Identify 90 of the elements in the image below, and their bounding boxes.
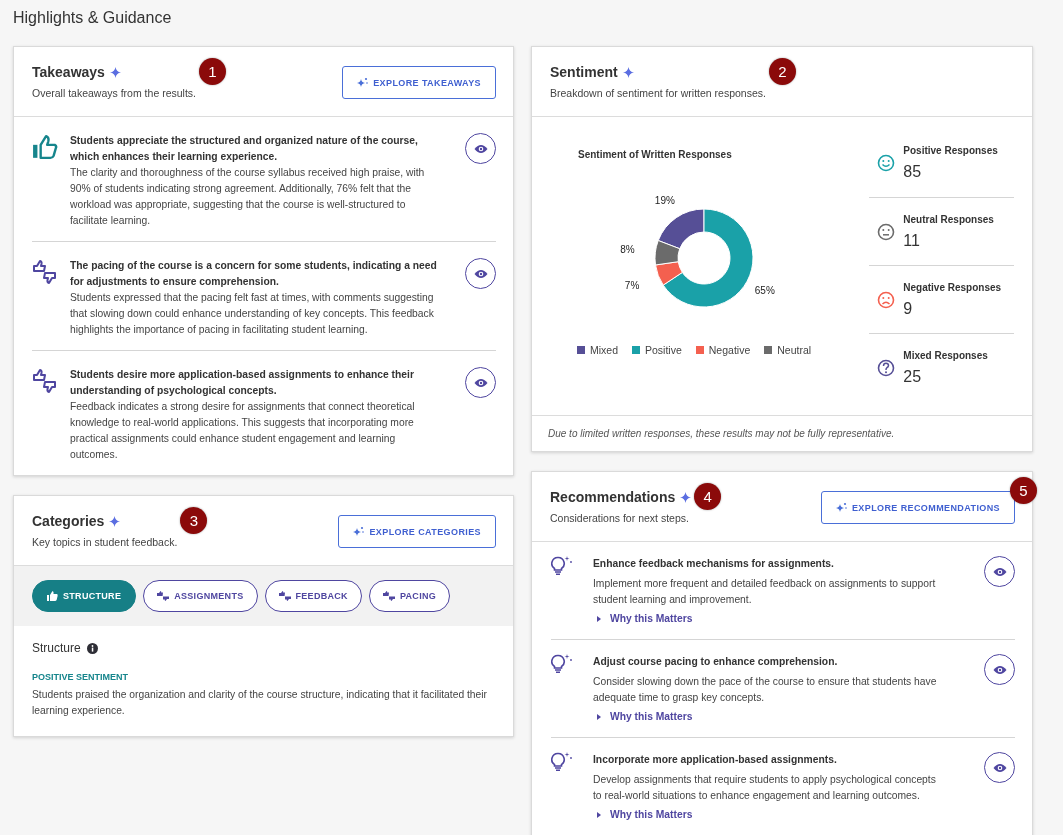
eye-icon	[473, 143, 488, 154]
sparkle-icon	[353, 526, 365, 537]
caret-icon	[597, 812, 601, 818]
view-button[interactable]	[984, 654, 1015, 685]
stat-label: Negative Responses	[903, 281, 1002, 293]
thumbs-up-down-icon	[382, 591, 395, 601]
eye-icon	[992, 664, 1007, 675]
recommendation-description: Implement more frequent and detailed feedback on assignments to support student learning and improvement.	[593, 577, 937, 607]
category-tab[interactable]: PACING	[368, 580, 451, 612]
legend-label: Mixed	[590, 344, 618, 356]
category-tab[interactable]: FEEDBACK	[264, 580, 362, 612]
why-this-matters-link[interactable]: Why this Matters	[597, 611, 693, 627]
category-description: Students praised the organization and clarity of the course structure, indicating that it facilitated their learning experience.	[32, 688, 489, 718]
thumbs-up-down-icon	[278, 591, 291, 601]
why-this-matters-link[interactable]: Why this Matters	[597, 807, 693, 823]
sparkle-icon	[109, 515, 121, 527]
takeaway-description: Feedback indicates a strong desire for assignments that connect theoretical knowledge to real-world applications. This suggests that incorporating more practical assignments could enhance student engagement and learning outcomes.	[70, 400, 416, 462]
data-label: 7%	[624, 279, 640, 291]
takeaway-title: The pacing of the course is a concern for some students, indicating a need for adjustments to ensure comprehension.	[70, 259, 438, 289]
category-heading: Structure	[32, 641, 81, 655]
recommendation-description: Consider slowing down the pace of the course to ensure that students have adequate time to grasp key concepts.	[593, 675, 938, 705]
disclaimer-note: Due to limited written responses, these results may not be fully representative.	[532, 415, 1032, 451]
card-title: Sentiment	[550, 64, 618, 80]
sparkle-icon	[109, 66, 121, 78]
sentiment-label: POSITIVE SENTIMENT	[32, 672, 129, 682]
explore-button[interactable]: EXPLORE RECOMMENDATIONS	[820, 491, 1015, 524]
sparkle-icon	[622, 66, 634, 78]
thumbs-up-icon	[32, 134, 58, 160]
view-button[interactable]	[465, 133, 496, 164]
stat-value: 85	[903, 162, 923, 181]
eye-icon	[473, 377, 488, 388]
card-subtitle: Breakdown of sentiment for written responses.	[550, 87, 766, 99]
explore-button[interactable]: EXPLORE TAKEAWAYS	[342, 66, 496, 99]
recommendation-description: Develop assignments that require students to apply psychological concepts to real-world situations to enhance engagement and learning outcomes.	[593, 773, 937, 803]
why-this-matters-link[interactable]: Why this Matters	[597, 709, 693, 725]
callout-badge: 2	[768, 58, 796, 85]
thumbs-up-icon	[47, 591, 58, 601]
view-button[interactable]	[984, 752, 1015, 783]
takeaway-title: Students desire more application-based assignments to enhance their understanding of psychological concepts.	[70, 368, 415, 398]
legend-label: Neutral	[777, 344, 812, 356]
data-label: 65%	[754, 284, 775, 296]
stat-label: Positive Responses	[903, 144, 998, 156]
takeaway-description: Students expressed that the pacing felt fast at times, with comments suggesting that slowing down could enhance understanding of key concepts. This feedback highlights the importance of pacing in facilitating student learning.	[70, 291, 435, 337]
eye-icon	[473, 268, 488, 279]
lightbulb-icon	[551, 654, 573, 674]
card-subtitle: Key topics in student feedback.	[32, 536, 178, 548]
legend-label: Negative	[708, 344, 751, 356]
chart-title: Sentiment of Written Responses	[578, 149, 733, 160]
stat-value: 11	[903, 231, 921, 250]
thumbs-up-down-icon	[157, 591, 170, 601]
lightbulb-icon	[551, 556, 573, 576]
callout-badge: 4	[694, 483, 722, 510]
eye-icon	[992, 762, 1007, 773]
explore-button[interactable]: EXPLORE CATEGORIES	[338, 515, 496, 548]
sparkle-icon	[680, 491, 692, 503]
info-icon	[86, 642, 98, 654]
takeaway-description: The clarity and thoroughness of the course syllabus received high praise, with 90% of students indicating strong agreement. Additionally, 76% felt that the workload was appropriate, suggesting that the course is well-structured to facilitate learning.	[70, 166, 426, 228]
data-label: 19%	[654, 195, 675, 207]
sparkle-icon	[357, 77, 369, 88]
caret-icon	[597, 616, 601, 622]
sparkle-icon	[835, 502, 847, 513]
thumbs-up-down-icon	[32, 368, 58, 394]
takeaway-title: Students appreciate the structured and organized nature of the course, which enhances their learning experience.	[70, 134, 419, 164]
callout-badge: 1	[199, 58, 226, 85]
recommendation-title: Adjust course pacing to enhance comprehension.	[593, 655, 839, 669]
thumbs-up-down-icon	[32, 259, 58, 285]
caret-icon	[597, 714, 601, 720]
callout-badge: 5	[1010, 477, 1037, 504]
callout-badge: 3	[180, 507, 208, 534]
category-tab[interactable]: STRUCTURE	[32, 580, 137, 612]
card-title: Takeaways	[32, 64, 105, 80]
page-title: Highlights & Guidance	[13, 9, 173, 27]
view-button[interactable]	[465, 258, 496, 289]
card-title: Categories	[32, 513, 105, 529]
stat-value: 25	[903, 367, 923, 386]
view-button[interactable]	[984, 556, 1015, 587]
category-tab[interactable]: ASSIGNMENTS	[143, 580, 258, 612]
recommendation-title: Enhance feedback mechanisms for assignments.	[593, 557, 835, 571]
card-title: Recommendations	[550, 489, 676, 505]
card-subtitle: Overall takeaways from the results.	[32, 87, 196, 99]
legend-label: Positive	[645, 344, 682, 356]
stat-value: 9	[903, 299, 914, 318]
eye-icon	[992, 566, 1007, 577]
recommendation-title: Incorporate more application-based assignments.	[593, 753, 838, 767]
lightbulb-icon	[551, 752, 573, 772]
view-button[interactable]	[465, 367, 496, 398]
stat-label: Mixed Responses	[903, 349, 988, 361]
card-subtitle: Considerations for next steps.	[550, 512, 690, 524]
stat-label: Neutral Responses	[903, 213, 994, 225]
data-label: 8%	[620, 243, 635, 255]
